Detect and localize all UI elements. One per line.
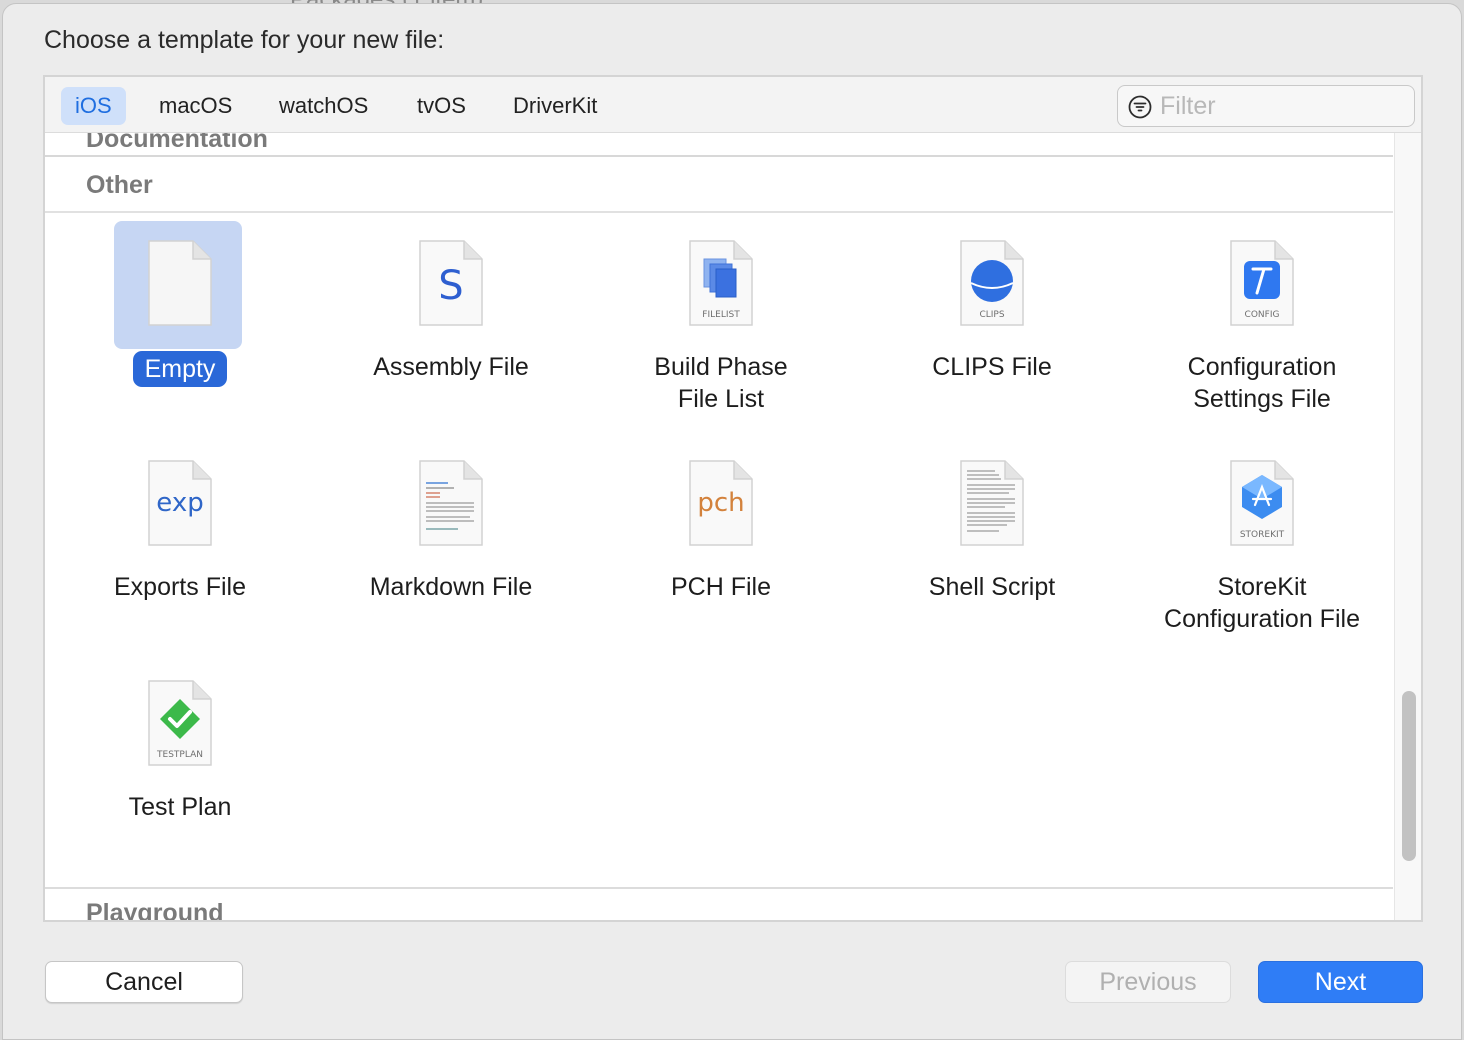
template-shell-script[interactable]: Shell Script	[857, 435, 1127, 645]
filter-icon	[1128, 95, 1152, 119]
cancel-button[interactable]: Cancel	[45, 961, 243, 1003]
section-title: Documentation	[86, 133, 268, 153]
template-markdown-file[interactable]: Markdown File	[316, 435, 586, 645]
tab-driverkit[interactable]: DriverKit	[499, 87, 611, 125]
template-label: Build Phase File List	[654, 353, 788, 413]
template-label: StoreKit Configuration File	[1164, 573, 1360, 633]
clips-file-icon: CLIPS	[960, 240, 1024, 326]
markdown-file-icon	[419, 460, 483, 546]
exports-file-icon: exp	[148, 460, 212, 546]
previous-button[interactable]: Previous	[1065, 961, 1231, 1003]
dialog-prompt: Choose a template for your new file:	[44, 26, 445, 54]
section-title: Playground	[86, 899, 224, 922]
template-pch-file[interactable]: pch PCH File	[586, 435, 856, 645]
tab-ios[interactable]: iOS	[61, 87, 126, 125]
pch-file-icon: pch	[689, 460, 753, 546]
template-clips-file[interactable]: CLIPS CLIPS File	[857, 215, 1127, 425]
template-storekit-configuration-file[interactable]: STOREKIT StoreKit Configuration File	[1127, 435, 1397, 645]
filter-field[interactable]	[1117, 85, 1415, 127]
template-exports-file[interactable]: exp Exports File	[45, 435, 315, 645]
next-button[interactable]: Next	[1258, 961, 1423, 1003]
template-build-phase-file-list[interactable]: FILELIST Build Phase File List	[586, 215, 856, 425]
vertical-scrollbar[interactable]	[1394, 133, 1421, 920]
template-label: Configuration Settings File	[1187, 353, 1337, 413]
testplan-file-icon: TESTPLAN	[148, 680, 212, 766]
template-chooser: iOS macOS watchOS tvOS DriverKit Documen…	[43, 75, 1423, 922]
section-title: Other	[86, 171, 153, 199]
storekit-file-icon: STOREKIT	[1230, 460, 1294, 546]
badge-text: TESTPLAN	[156, 750, 203, 760]
badge-text: S	[438, 263, 463, 309]
badge-text: CONFIG	[1245, 310, 1280, 320]
template-test-plan[interactable]: TESTPLAN Test Plan	[45, 655, 315, 865]
template-label: CLIPS File	[932, 353, 1052, 381]
tab-tvos[interactable]: tvOS	[403, 87, 480, 125]
shell-script-icon	[960, 460, 1024, 546]
badge-text: STOREKIT	[1240, 530, 1285, 540]
badge-text: exp	[156, 488, 203, 518]
template-label: Markdown File	[369, 573, 533, 601]
empty-file-icon	[148, 240, 212, 326]
filelist-icon: FILELIST	[689, 240, 753, 326]
template-label: Assembly File	[373, 353, 529, 381]
template-label: PCH File	[670, 573, 771, 601]
tab-watchos[interactable]: watchOS	[265, 87, 382, 125]
badge-text: FILELIST	[702, 310, 740, 320]
config-file-icon: CONFIG	[1230, 240, 1294, 326]
template-grid: Empty S Assembly File FILELIST Build Pha…	[45, 215, 1393, 887]
template-configuration-settings-file[interactable]: CONFIG Configuration Settings File	[1127, 215, 1397, 425]
section-header-documentation: Documentation	[45, 133, 1393, 157]
scrollbar-thumb[interactable]	[1402, 691, 1416, 861]
template-label: Exports File	[114, 573, 246, 601]
badge-text: CLIPS	[979, 310, 1004, 320]
tab-macos[interactable]: macOS	[145, 87, 246, 125]
filter-input[interactable]	[1160, 90, 1400, 122]
template-label: Empty	[45, 351, 315, 387]
assembly-file-icon: S	[419, 240, 483, 326]
badge-text: pch	[697, 488, 744, 518]
section-header-playground: Playground	[45, 887, 1393, 922]
template-label: Test Plan	[128, 793, 232, 821]
new-file-dialog: Choose a template for your new file: iOS…	[2, 3, 1462, 1040]
template-empty[interactable]: Empty	[45, 215, 315, 425]
template-label: Shell Script	[928, 573, 1056, 601]
platform-tab-bar: iOS macOS watchOS tvOS DriverKit	[45, 77, 1421, 133]
section-header-other: Other	[45, 159, 1393, 213]
template-assembly-file[interactable]: S Assembly File	[316, 215, 586, 425]
